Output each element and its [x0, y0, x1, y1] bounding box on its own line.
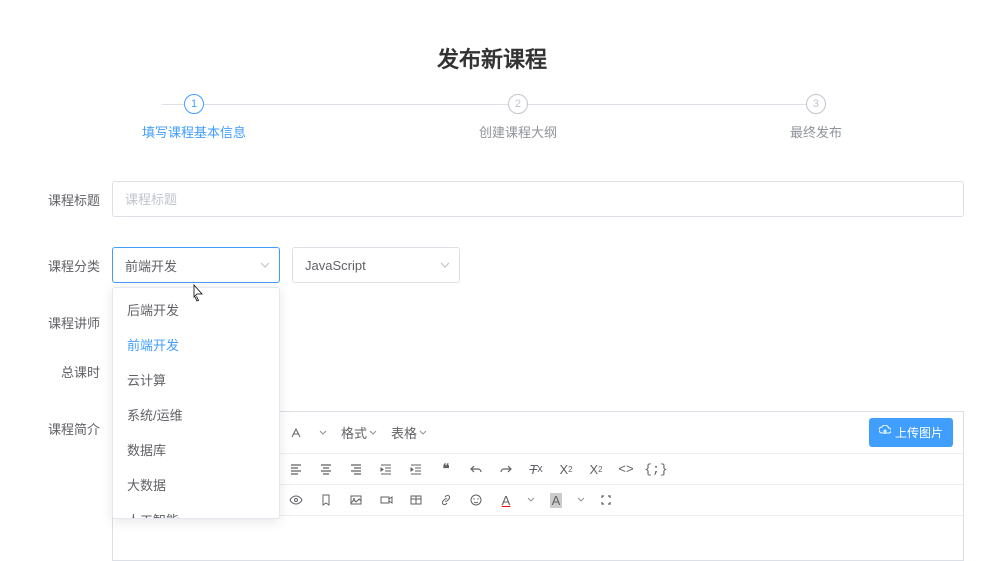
- caret-icon: [319, 425, 327, 440]
- bg-color-icon[interactable]: A: [547, 491, 565, 509]
- align-center-icon[interactable]: [317, 460, 335, 478]
- preview-icon[interactable]: [287, 491, 305, 509]
- upload-image-button[interactable]: 上传图片: [869, 418, 953, 447]
- step-2: 2 创建课程大纲: [479, 94, 557, 141]
- indent-increase-icon[interactable]: [407, 460, 425, 478]
- dropdown-option[interactable]: 系统/运维: [113, 397, 279, 432]
- dropdown-option[interactable]: 前端开发: [113, 327, 279, 362]
- undo-icon[interactable]: [467, 460, 485, 478]
- subcategory-select-wrap: [292, 247, 460, 283]
- step-label: 填写课程基本信息: [142, 122, 246, 141]
- teacher-label: 课程讲师: [30, 313, 100, 332]
- page-title: 发布新课程: [0, 0, 984, 94]
- category-select[interactable]: [112, 247, 280, 283]
- title-label: 课程标题: [30, 190, 100, 209]
- align-right-icon[interactable]: [347, 460, 365, 478]
- bookmark-icon[interactable]: [317, 491, 335, 509]
- redo-icon[interactable]: [497, 460, 515, 478]
- dropdown-option[interactable]: 大数据: [113, 467, 279, 502]
- course-form: 课程标题 课程分类 后端开发 前端开发 云计算 系统/运维 数据库 大数据: [0, 181, 984, 561]
- image-icon[interactable]: [347, 491, 365, 509]
- code-block-icon[interactable]: {;}: [647, 460, 665, 478]
- link-icon[interactable]: [437, 491, 455, 509]
- dropdown-option[interactable]: 云计算: [113, 362, 279, 397]
- category-row: 课程分类 后端开发 前端开发 云计算 系统/运维 数据库 大数据 人工智能: [30, 247, 964, 283]
- fullscreen-icon[interactable]: [597, 491, 615, 509]
- dropdown-option[interactable]: 数据库: [113, 432, 279, 467]
- caret-icon: [419, 425, 427, 440]
- dropdown-option[interactable]: 人工智能: [113, 502, 279, 519]
- quote-icon[interactable]: ❝: [437, 460, 455, 478]
- step-circle: 3: [806, 94, 826, 114]
- intro-label: 课程简介: [30, 411, 100, 438]
- step-label: 最终发布: [790, 122, 842, 141]
- title-input[interactable]: [112, 181, 964, 217]
- subscript-icon[interactable]: X2: [557, 460, 575, 478]
- code-icon[interactable]: <>: [617, 460, 635, 478]
- category-dropdown: 后端开发 前端开发 云计算 系统/运维 数据库 大数据 人工智能: [112, 287, 280, 519]
- hours-label: 总课时: [30, 362, 100, 381]
- emoji-icon[interactable]: [467, 491, 485, 509]
- indent-decrease-icon[interactable]: [377, 460, 395, 478]
- align-left-icon[interactable]: [287, 460, 305, 478]
- cursor-icon: [190, 283, 206, 308]
- caret-icon: [577, 491, 585, 509]
- title-row: 课程标题: [30, 181, 964, 217]
- cloud-upload-icon: [879, 425, 891, 440]
- caret-icon: [369, 425, 377, 440]
- table-dropdown[interactable]: 表格: [391, 423, 427, 442]
- step-1: 1 填写课程基本信息: [142, 94, 246, 141]
- step-circle: 2: [508, 94, 528, 114]
- step-circle: 1: [184, 94, 204, 114]
- font-family-icon[interactable]: [287, 424, 305, 442]
- steps-container: 1 填写课程基本信息 2 创建课程大纲 3 最终发布: [142, 94, 842, 141]
- category-select-wrap: 后端开发 前端开发 云计算 系统/运维 数据库 大数据 人工智能: [112, 247, 280, 283]
- clear-format-icon[interactable]: Tx: [527, 460, 545, 478]
- font-color-icon[interactable]: A: [497, 491, 515, 509]
- subcategory-select[interactable]: [292, 247, 460, 283]
- step-3: 3 最终发布: [790, 94, 842, 141]
- superscript-icon[interactable]: X2: [587, 460, 605, 478]
- step-label: 创建课程大纲: [479, 122, 557, 141]
- editor-body[interactable]: [113, 516, 963, 560]
- table-icon[interactable]: [407, 491, 425, 509]
- format-dropdown[interactable]: 格式: [341, 423, 377, 442]
- category-label: 课程分类: [30, 256, 100, 275]
- video-icon[interactable]: [377, 491, 395, 509]
- caret-icon: [527, 491, 535, 509]
